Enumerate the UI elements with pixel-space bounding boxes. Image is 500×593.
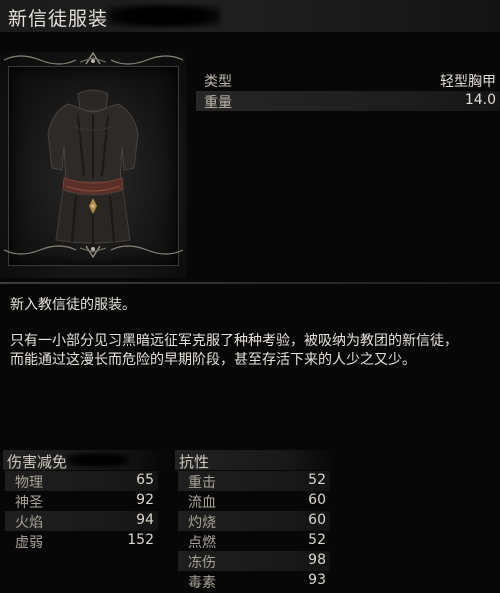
row-value: 94 bbox=[136, 512, 154, 528]
row-value: 52 bbox=[308, 532, 326, 548]
stat-label: 重量 bbox=[204, 95, 232, 111]
row-label: 神圣 bbox=[15, 495, 43, 511]
damage-reduction-row: 神圣 92 bbox=[5, 491, 158, 511]
title-redaction bbox=[108, 5, 220, 27]
resistance-row: 灼烧 60 bbox=[178, 511, 330, 531]
damage-reduction-row: 虚弱 152 bbox=[5, 531, 158, 551]
ornament-icon bbox=[3, 51, 184, 65]
stat-row-weight: 重量 14.0 bbox=[196, 91, 500, 111]
dark-robe-chest-armor-icon bbox=[47, 89, 139, 244]
section-title: 抗性 bbox=[179, 453, 210, 471]
damage-reduction-row: 火焰 94 bbox=[5, 511, 158, 531]
resistance-row: 毒素 93 bbox=[178, 571, 330, 591]
row-label: 火焰 bbox=[15, 515, 43, 531]
row-label: 物理 bbox=[15, 475, 43, 491]
stat-row-type: 类型 轻型胸甲 bbox=[196, 70, 500, 90]
damage-reduction-row: 物理 65 bbox=[5, 471, 158, 491]
title-bar: 新信徒服装 bbox=[0, 0, 500, 32]
row-label: 点燃 bbox=[188, 535, 216, 551]
row-value: 60 bbox=[308, 512, 326, 528]
row-value: 65 bbox=[136, 472, 154, 488]
row-label: 虚弱 bbox=[15, 535, 43, 551]
description-line: 新入教信徒的服装。 bbox=[10, 297, 136, 313]
row-value: 92 bbox=[136, 492, 154, 508]
resistance-row: 点燃 52 bbox=[178, 531, 330, 551]
item-name: 新信徒服装 bbox=[8, 8, 109, 30]
row-value: 60 bbox=[308, 492, 326, 508]
divider bbox=[0, 282, 500, 284]
description-line: 而能通过这漫长而危险的早期阶段，甚至存活下来的人少之又少。 bbox=[10, 352, 416, 368]
row-label: 冻伤 bbox=[188, 555, 216, 571]
row-label: 重击 bbox=[188, 475, 216, 491]
row-value: 152 bbox=[127, 532, 154, 548]
section-title: 伤害减免 bbox=[7, 453, 68, 471]
stat-value: 14.0 bbox=[464, 92, 496, 108]
header-redaction bbox=[67, 453, 129, 467]
damage-reduction-header: 伤害减免 bbox=[3, 450, 163, 471]
row-label: 毒素 bbox=[188, 575, 216, 591]
row-value: 52 bbox=[308, 472, 326, 488]
row-label: 流血 bbox=[188, 495, 216, 511]
row-value: 98 bbox=[308, 552, 326, 568]
resistance-row: 冻伤 98 bbox=[178, 551, 330, 571]
stat-label: 类型 bbox=[204, 74, 232, 90]
row-value: 93 bbox=[308, 572, 326, 588]
resistance-row: 重击 52 bbox=[178, 471, 330, 491]
row-label: 灼烧 bbox=[188, 515, 216, 531]
resistance-row: 流血 60 bbox=[178, 491, 330, 511]
resistance-header: 抗性 bbox=[175, 450, 335, 471]
description-line: 只有一小部分见习黑暗远征军克服了种种考验，被吸纳为教团的新信徒， bbox=[10, 333, 458, 349]
stat-value: 轻型胸甲 bbox=[440, 74, 496, 90]
